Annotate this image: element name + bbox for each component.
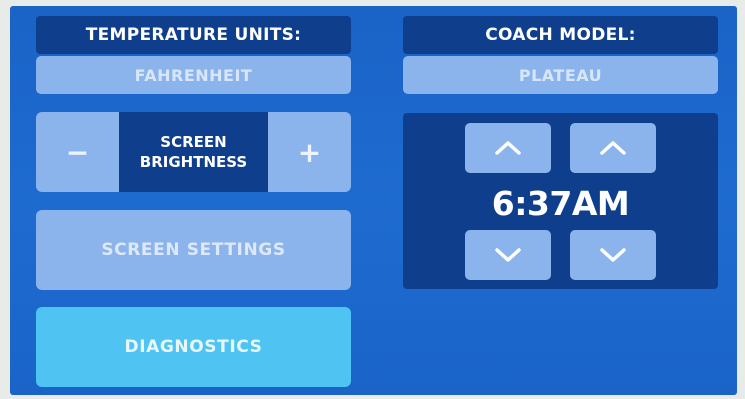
temperature-units-label: TEMPERATURE UNITS: <box>36 16 351 54</box>
hour-down-button[interactable] <box>465 230 551 280</box>
clock-panel: 6:37AM <box>403 113 718 289</box>
chevron-up-icon <box>600 141 626 155</box>
diagnostics-button[interactable]: DIAGNOSTICS <box>36 307 351 387</box>
coach-model-value[interactable]: PLATEAU <box>403 56 718 94</box>
screen-brightness-label: SCREEN BRIGHTNESS <box>119 112 268 192</box>
chevron-down-icon <box>495 248 521 262</box>
brightness-decrease-button[interactable]: − <box>36 112 119 192</box>
clock-time: 6:37AM <box>491 183 630 223</box>
screen-settings-button[interactable]: SCREEN SETTINGS <box>36 210 351 290</box>
touch-screen: TEMPERATURE UNITS: FAHRENHEIT COACH MODE… <box>10 6 737 395</box>
brightness-label-line2: BRIGHTNESS <box>139 153 248 171</box>
screen-brightness-control: − SCREEN BRIGHTNESS + <box>36 112 351 192</box>
brightness-increase-button[interactable]: + <box>268 112 351 192</box>
temperature-units-value[interactable]: FAHRENHEIT <box>36 56 351 94</box>
coach-model-label: COACH MODEL: <box>403 16 718 54</box>
chevron-up-icon <box>495 141 521 155</box>
chevron-down-icon <box>600 248 626 262</box>
brightness-label-line1: SCREEN <box>160 133 227 151</box>
hour-up-button[interactable] <box>465 123 551 173</box>
minute-up-button[interactable] <box>570 123 656 173</box>
minute-down-button[interactable] <box>570 230 656 280</box>
